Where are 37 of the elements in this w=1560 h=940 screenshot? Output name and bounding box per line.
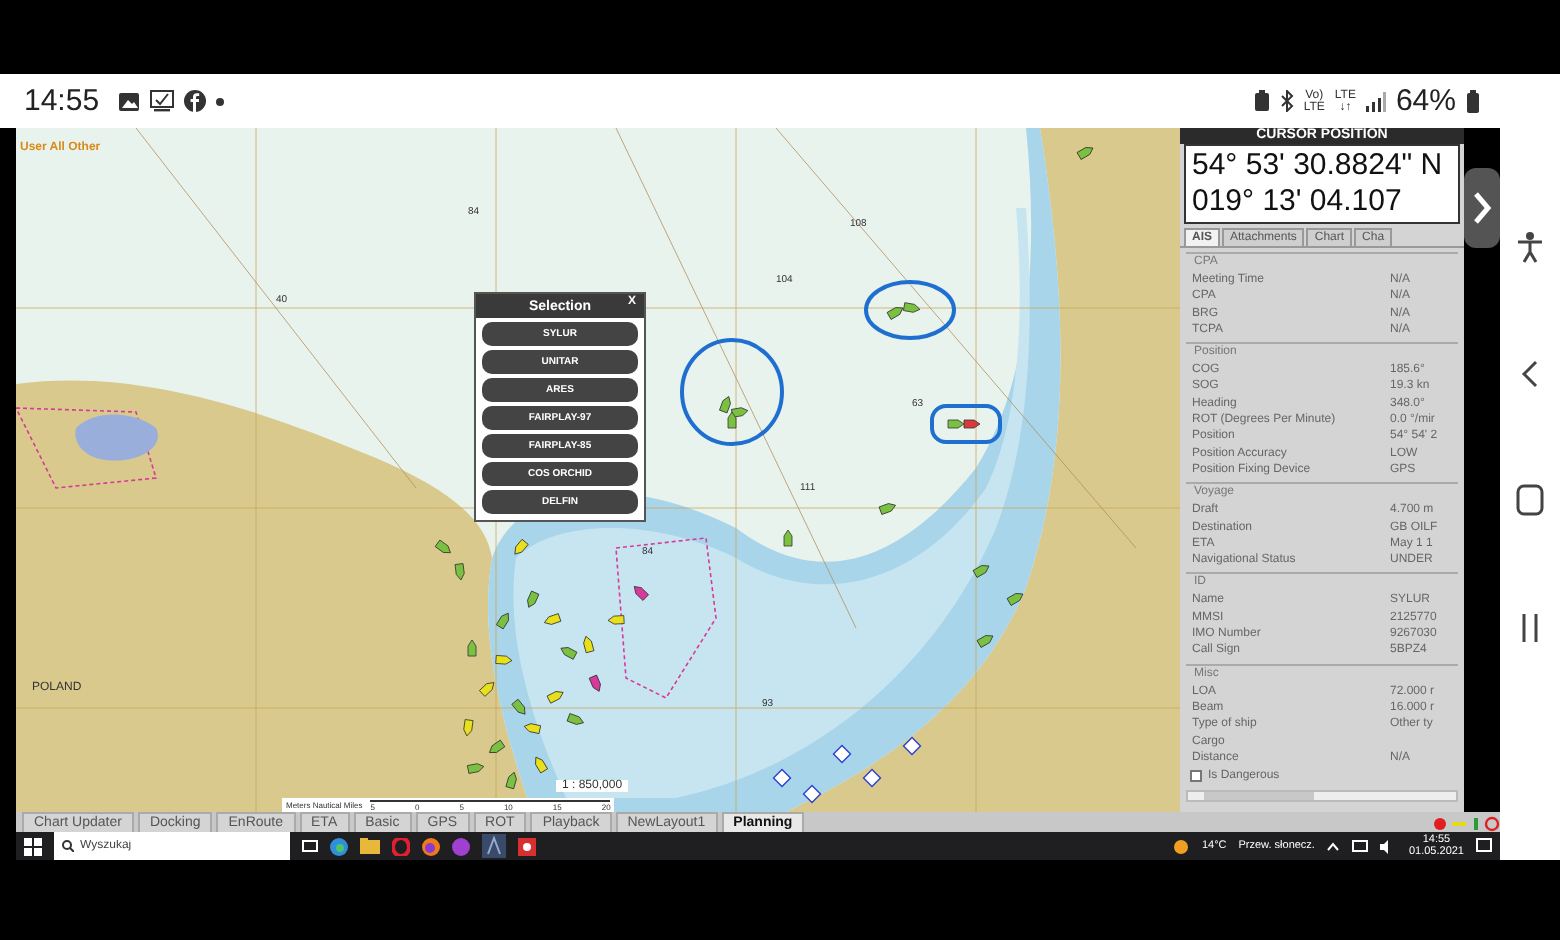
- app-icon[interactable]: [518, 837, 536, 855]
- island-drawing: [75, 414, 158, 461]
- message-icon: [149, 90, 174, 112]
- recent-apps-icon[interactable]: [1520, 612, 1540, 644]
- dot-icon: [215, 97, 224, 105]
- battery-saver-icon: [1253, 90, 1270, 112]
- opera-icon[interactable]: [392, 837, 410, 855]
- task-view-icon[interactable]: [302, 838, 318, 854]
- weather-sun-icon: [1171, 837, 1190, 855]
- horizontal-scrollbar[interactable]: [1186, 790, 1458, 803]
- traffic-zone-outline: [16, 407, 158, 489]
- gallery-icon: [117, 91, 140, 111]
- next-button[interactable]: [1464, 168, 1500, 248]
- back-icon[interactable]: [1520, 360, 1540, 388]
- folder-icon[interactable]: [360, 838, 380, 854]
- highlight-circle: [864, 280, 956, 340]
- edge-icon[interactable]: [330, 837, 348, 855]
- chevron-up-icon[interactable]: [1326, 841, 1341, 851]
- accessibility-icon[interactable]: [1516, 232, 1544, 264]
- notification-icon[interactable]: [1476, 838, 1492, 854]
- network-icon[interactable]: [1352, 839, 1369, 853]
- bluetooth-icon: [1279, 90, 1294, 112]
- latitude: 54° 53' 30.8824" N: [1192, 148, 1445, 184]
- battery-icon: [1466, 89, 1480, 113]
- home-icon[interactable]: [1516, 484, 1544, 516]
- firefox-icon[interactable]: [422, 837, 440, 855]
- battery-percent: 64%: [1395, 84, 1456, 118]
- signal-icon: [1365, 91, 1386, 111]
- highlight-circle: [680, 338, 784, 446]
- longitude: 019° 13' 04.107: [1192, 184, 1404, 220]
- status-time: 14:55: [24, 84, 100, 118]
- facebook-icon: [183, 90, 206, 112]
- chevron-right-icon: [1472, 190, 1492, 226]
- windows-start-icon[interactable]: [24, 837, 42, 855]
- checkbox[interactable]: [1190, 770, 1202, 783]
- search-icon: [62, 840, 74, 852]
- status-indicators-icon: [1432, 816, 1500, 832]
